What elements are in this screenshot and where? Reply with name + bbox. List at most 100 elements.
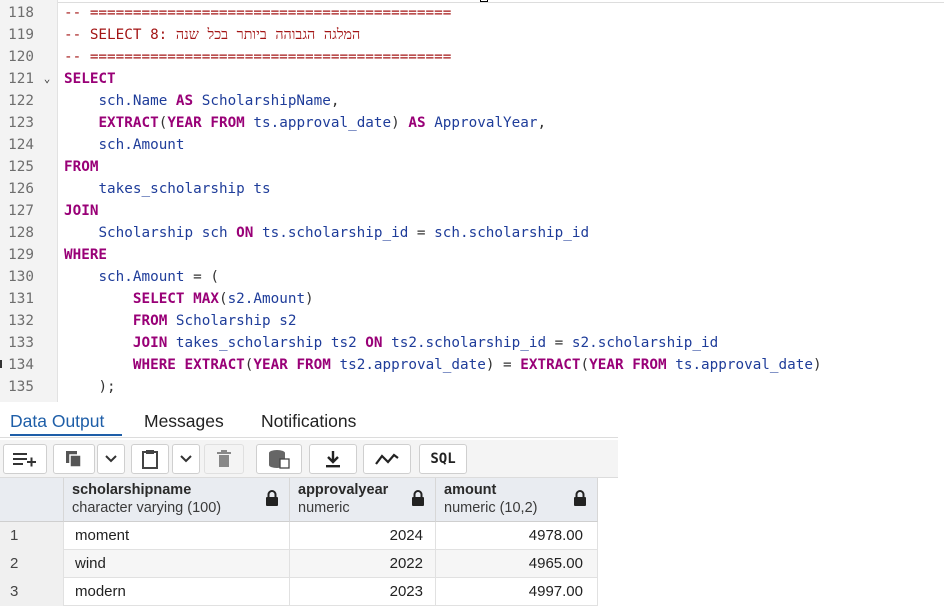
graph-visualiser-button[interactable] xyxy=(363,444,411,474)
line-number: 133 xyxy=(8,335,34,351)
fold-toggle-icon[interactable]: ⌄ xyxy=(40,68,54,90)
code-token: = ( xyxy=(184,269,219,285)
tab-data-output[interactable]: Data Output xyxy=(10,408,122,436)
code-line[interactable]: 118 -- ==================================… xyxy=(0,2,944,24)
sql-editor[interactable]: 118 -- ==================================… xyxy=(0,0,944,402)
code-token: ) = xyxy=(485,357,521,373)
column-header-approvalyear[interactable]: approvalyear numeric xyxy=(290,478,436,522)
paste-button[interactable] xyxy=(131,444,169,474)
column-header-scholarshipname[interactable]: scholarshipname character varying (100) xyxy=(64,478,290,522)
code-token: WHERE xyxy=(132,357,176,373)
line-number: 118 xyxy=(8,5,34,21)
save-data-button[interactable] xyxy=(256,444,302,474)
cell-scholarshipname[interactable]: modern xyxy=(64,578,290,606)
cell-scholarshipname[interactable]: moment xyxy=(64,522,290,550)
code-line[interactable]: 128 Scholarship sch ON ts.scholarship_id… xyxy=(0,222,944,244)
download-icon xyxy=(326,451,340,468)
code-text: SELECT xyxy=(64,68,116,90)
code-token: -- =====================================… xyxy=(64,5,452,21)
cell-amount[interactable]: 4978.00 xyxy=(436,522,598,550)
code-token: -- SELECT 8: המלגה הגבוהה ביותר בכל שנה xyxy=(64,27,361,43)
code-line[interactable]: 132 FROM Scholarship s2 xyxy=(0,310,944,332)
code-line[interactable]: 124 sch.Amount xyxy=(0,134,944,156)
line-number: 134 xyxy=(8,357,34,373)
column-type: numeric xyxy=(298,500,350,516)
code-token: AS xyxy=(408,115,426,131)
sql-button[interactable]: SQL xyxy=(419,444,467,474)
code-line[interactable]: 129 WHERE xyxy=(0,244,944,266)
cell-approvalyear[interactable]: 2023 xyxy=(290,578,436,606)
paste-options-dropdown[interactable] xyxy=(172,444,200,474)
code-line[interactable]: 119 -- SELECT 8: המלגה הגבוהה ביותר בכל ש… xyxy=(0,24,944,46)
code-token: = xyxy=(546,335,572,351)
code-line[interactable]: 135 ); xyxy=(0,376,944,398)
row-number: 3 xyxy=(0,578,64,606)
code-text: -- SELECT 8: המלגה הגבוהה ביותר בכל שנה xyxy=(64,24,360,46)
column-header-amount[interactable]: amount numeric (10,2) xyxy=(436,478,598,522)
code-text: -- =====================================… xyxy=(64,46,451,68)
code-line[interactable]: 126 takes_scholarship ts xyxy=(0,178,944,200)
code-line[interactable]: 127 JOIN xyxy=(0,200,944,222)
line-number: 124 xyxy=(8,137,34,153)
code-line[interactable]: 122 sch.Name AS ScholarshipName, xyxy=(0,90,944,112)
code-token: SELECT xyxy=(132,291,185,307)
code-token: FROM xyxy=(632,357,667,373)
text-cursor-marker xyxy=(0,360,2,368)
column-name: amount xyxy=(444,482,497,498)
code-text: FROM Scholarship s2 xyxy=(64,310,297,332)
tab-messages[interactable]: Messages xyxy=(144,408,240,436)
download-button[interactable] xyxy=(309,444,357,474)
line-number: 122 xyxy=(8,93,34,109)
code-text: EXTRACT(YEAR FROM ts.approval_date) AS A… xyxy=(64,112,546,134)
code-line[interactable]: 125 FROM xyxy=(0,156,944,178)
code-token: -- =====================================… xyxy=(64,49,452,65)
add-row-button[interactable] xyxy=(3,444,47,474)
table-row[interactable]: 1 moment 2024 4978.00 xyxy=(0,522,598,550)
code-token: ) xyxy=(305,291,314,307)
code-token: s2.Amount xyxy=(227,291,306,307)
code-token: , xyxy=(537,115,547,131)
code-text: sch.Amount xyxy=(64,134,184,156)
line-number: 132 xyxy=(8,313,34,329)
table-row[interactable]: 3 modern 2023 4997.00 xyxy=(0,578,598,606)
cell-approvalyear[interactable]: 2024 xyxy=(290,522,436,550)
cell-scholarshipname[interactable]: wind xyxy=(64,550,290,578)
code-line[interactable]: 120 -- ==================================… xyxy=(0,46,944,68)
code-text: sch.Name AS ScholarshipName, xyxy=(64,90,339,112)
code-line[interactable]: 121 ⌄ SELECT xyxy=(0,68,944,90)
code-token: sch.scholarship_id xyxy=(434,225,590,241)
column-type: numeric (10,2) xyxy=(444,500,538,516)
copy-button[interactable] xyxy=(53,444,95,474)
cell-approvalyear[interactable]: 2022 xyxy=(290,550,436,578)
code-token: ) xyxy=(391,115,409,131)
code-line[interactable]: 123 EXTRACT(YEAR FROM ts.approval_date) … xyxy=(0,112,944,134)
column-type: character varying (100) xyxy=(72,500,222,516)
delete-button[interactable] xyxy=(204,444,244,474)
row-number-header xyxy=(0,478,64,522)
code-line[interactable]: 131 SELECT MAX(s2.Amount) xyxy=(0,288,944,310)
code-token: sch.Amount xyxy=(98,269,185,285)
code-text: ); xyxy=(64,376,115,398)
code-text: JOIN takes_scholarship ts2 ON ts2.schola… xyxy=(64,332,718,354)
cell-amount[interactable]: 4997.00 xyxy=(436,578,598,606)
tab-notifications[interactable]: Notifications xyxy=(261,408,385,436)
code-line[interactable]: 133 JOIN takes_scholarship ts2 ON ts2.sc… xyxy=(0,332,944,354)
code-line[interactable]: 134 WHERE EXTRACT(YEAR FROM ts2.approval… xyxy=(0,354,944,376)
line-number: 130 xyxy=(8,269,34,285)
table-row[interactable]: 2 wind 2022 4965.00 xyxy=(0,550,598,578)
code-text: JOIN xyxy=(64,200,98,222)
code-line[interactable]: 130 sch.Amount = ( xyxy=(0,266,944,288)
code-token: EXTRACT xyxy=(98,115,159,131)
cell-amount[interactable]: 4965.00 xyxy=(436,550,598,578)
copy-options-dropdown[interactable] xyxy=(97,444,125,474)
